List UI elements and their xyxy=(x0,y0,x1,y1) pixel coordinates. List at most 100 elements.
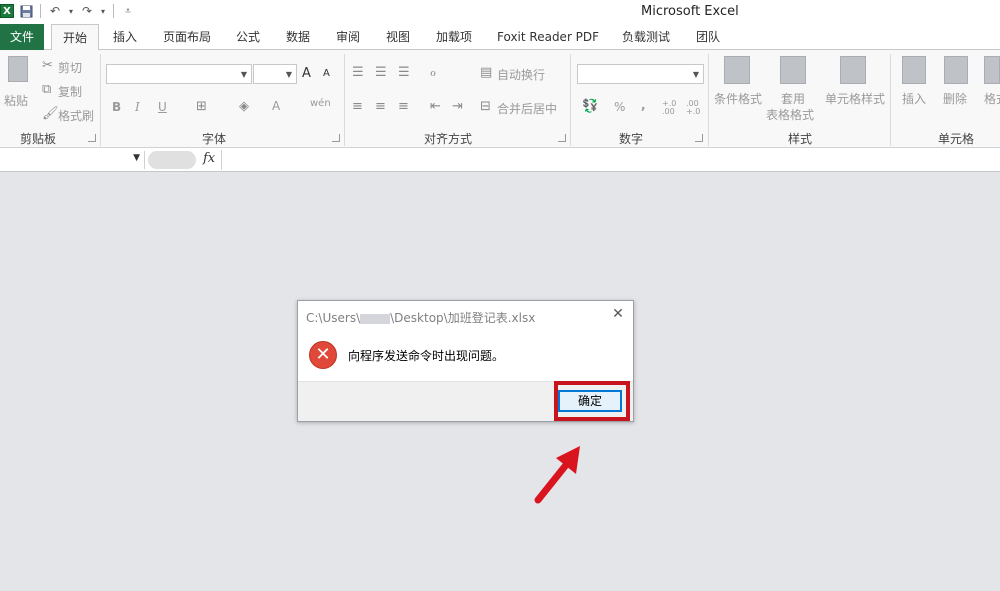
dialog-message: 向程序发送命令时出现问题。 xyxy=(348,349,505,363)
dialog-title-prefix: C:\Users\ xyxy=(306,311,361,325)
tab-load-test[interactable]: 负载测试 xyxy=(622,24,670,50)
alignment-launcher-icon[interactable] xyxy=(558,134,566,142)
insert-function-icon[interactable]: fx xyxy=(203,151,215,166)
wrap-text-button[interactable]: 自动换行 xyxy=(497,66,545,83)
decrease-indent-icon[interactable]: ⇤ xyxy=(430,100,441,114)
customize-qat-icon[interactable]: ⩡ xyxy=(120,3,136,19)
chevron-down-icon: ▼ xyxy=(133,153,140,163)
copy-button[interactable]: 复制 xyxy=(58,83,82,100)
tab-addins[interactable]: 加载项 xyxy=(436,24,472,50)
grow-font-button[interactable]: A xyxy=(302,66,311,81)
group-label-number: 数字 xyxy=(619,132,644,146)
delete-cells-button[interactable]: 删除 xyxy=(943,90,967,107)
group-separator xyxy=(100,54,101,146)
redo-icon[interactable]: ↷ xyxy=(79,3,95,19)
chevron-down-icon: ▼ xyxy=(692,70,699,79)
cut-button[interactable]: 剪切 xyxy=(58,59,82,76)
group-separator xyxy=(344,54,345,146)
align-middle-icon[interactable]: ☰ xyxy=(375,66,387,80)
fill-color-icon[interactable]: ◈ xyxy=(239,100,249,114)
save-icon[interactable] xyxy=(18,3,34,19)
font-size-combo[interactable]: ▼ xyxy=(253,64,297,84)
phonetic-guide-button[interactable]: wén xyxy=(310,98,331,109)
dialog-title: C:\Users\ \Desktop\加班登记表.xlsx xyxy=(306,309,535,326)
error-icon: ✕ xyxy=(309,341,337,369)
font-color-button[interactable]: A xyxy=(272,99,280,113)
excel-logo-icon: X xyxy=(0,4,14,18)
decrease-decimal-button[interactable]: .00 +.0 xyxy=(686,100,706,116)
tab-home[interactable]: 开始 xyxy=(51,24,99,51)
insert-cells-button[interactable]: 插入 xyxy=(902,90,926,107)
group-label-alignment: 对齐方式 xyxy=(424,132,473,146)
tab-data[interactable]: 数据 xyxy=(286,24,310,50)
tab-formulas[interactable]: 公式 xyxy=(236,24,260,50)
comma-style-button[interactable]: , xyxy=(641,98,646,112)
paste-button[interactable]: 粘贴 xyxy=(4,92,28,109)
wrap-text-icon: ▤ xyxy=(480,65,493,80)
align-bottom-icon[interactable]: ☰ xyxy=(398,66,410,80)
conditional-formatting-button[interactable]: 条件格式 xyxy=(714,90,762,107)
delete-cells-icon xyxy=(944,56,968,84)
font-launcher-icon[interactable] xyxy=(332,134,340,142)
format-painter-button[interactable]: 格式刷 xyxy=(58,107,94,124)
underline-button[interactable]: U xyxy=(158,100,167,114)
increase-decimal-button[interactable]: +.0 .00 xyxy=(662,100,682,116)
tab-review[interactable]: 审阅 xyxy=(336,24,360,50)
cell-styles-icon xyxy=(840,56,866,84)
group-label-styles: 样式 xyxy=(788,132,813,146)
name-box[interactable]: ▼ xyxy=(0,151,145,169)
tab-file[interactable]: 文件 xyxy=(0,24,44,50)
format-painter-icon: 🖌 xyxy=(42,106,59,121)
bold-button[interactable]: B xyxy=(112,100,121,114)
orientation-icon[interactable]: ℴ xyxy=(430,66,436,80)
cell-styles-button[interactable]: 单元格样式 xyxy=(825,90,885,107)
tab-foxit-reader-pdf[interactable]: Foxit Reader PDF xyxy=(497,24,599,50)
qat-separator xyxy=(40,4,41,18)
quick-access-toolbar: X ↶ ▾ ↷ ▾ ⩡ xyxy=(0,3,136,19)
undo-dropdown-icon[interactable]: ▾ xyxy=(67,3,75,19)
ribbon-tabs: 文件 开始 插入 页面布局 公式 数据 审阅 视图 加载项 Foxit Read… xyxy=(0,24,1000,51)
ribbon: 粘贴 ✂ 剪切 ⧉ 复制 🖌 格式刷 剪贴板 ▼ ▼ A A B I U ⊞ ◈… xyxy=(0,50,1000,148)
formula-bar-controls xyxy=(148,151,196,169)
qat-separator xyxy=(113,4,114,18)
format-cells-button[interactable]: 格式 xyxy=(984,90,1000,107)
italic-button[interactable]: I xyxy=(135,100,140,114)
increase-indent-icon[interactable]: ⇥ xyxy=(452,100,463,114)
group-label-cells: 单元格 xyxy=(938,132,975,146)
format-as-table-label-2: 表格格式 xyxy=(766,108,815,122)
format-as-table-icon xyxy=(780,56,806,84)
clipboard-launcher-icon[interactable] xyxy=(88,134,96,142)
number-launcher-icon[interactable] xyxy=(695,134,703,142)
align-right-icon[interactable]: ≡ xyxy=(398,100,409,114)
formula-input[interactable] xyxy=(221,150,1000,170)
font-name-combo[interactable]: ▼ xyxy=(106,64,252,84)
percent-style-button[interactable]: % xyxy=(614,100,625,114)
align-center-icon[interactable]: ≡ xyxy=(375,100,386,114)
format-as-table-button[interactable]: 套用 xyxy=(781,90,805,107)
redo-dropdown-icon[interactable]: ▾ xyxy=(99,3,107,19)
tab-team[interactable]: 团队 xyxy=(696,24,720,50)
number-format-combo[interactable]: ▼ xyxy=(577,64,704,84)
scissors-icon: ✂ xyxy=(42,58,53,73)
tab-view[interactable]: 视图 xyxy=(386,24,410,50)
chevron-down-icon: ▼ xyxy=(240,70,247,79)
title-bar: X ↶ ▾ ↷ ▾ ⩡ Microsoft Excel xyxy=(0,0,1000,24)
shrink-font-button[interactable]: A xyxy=(323,68,330,79)
align-left-icon[interactable]: ≡ xyxy=(352,100,363,114)
close-icon[interactable]: ✕ xyxy=(611,307,625,321)
borders-icon[interactable]: ⊞ xyxy=(196,100,207,114)
group-separator xyxy=(708,54,709,146)
tab-page-layout[interactable]: 页面布局 xyxy=(163,24,211,50)
group-separator xyxy=(570,54,571,146)
align-top-icon[interactable]: ☰ xyxy=(352,66,364,80)
app-title: Microsoft Excel xyxy=(641,4,739,19)
accounting-format-icon[interactable]: 💱 xyxy=(582,100,598,114)
paste-icon[interactable] xyxy=(8,56,28,82)
insert-cells-icon xyxy=(902,56,926,84)
conditional-formatting-icon xyxy=(724,56,750,84)
merge-center-icon: ⊟ xyxy=(480,99,491,114)
undo-icon[interactable]: ↶ xyxy=(47,3,63,19)
ok-button-highlight xyxy=(554,381,630,421)
tab-insert[interactable]: 插入 xyxy=(113,24,137,50)
merge-center-button[interactable]: 合并后居中 xyxy=(497,100,557,117)
